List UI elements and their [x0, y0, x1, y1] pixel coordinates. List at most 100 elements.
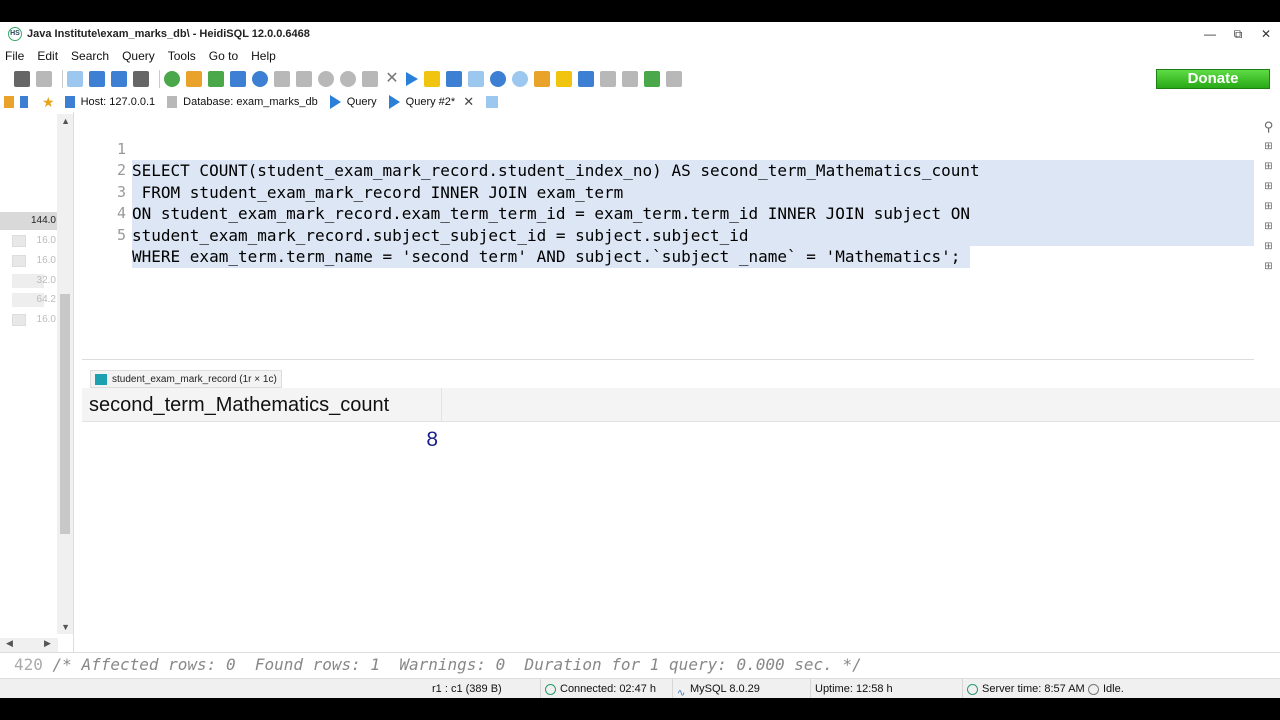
- scroll-up-icon[interactable]: ▲: [61, 116, 70, 126]
- grid-cell[interactable]: 8: [82, 426, 442, 454]
- menu-goto[interactable]: Go to: [209, 49, 238, 63]
- add-record-icon[interactable]: [318, 71, 334, 87]
- undo-icon[interactable]: [111, 71, 127, 87]
- query-log[interactable]: 420 /* Affected rows: 0 Found rows: 1 Wa…: [0, 652, 1280, 676]
- clock-icon: [967, 683, 978, 695]
- result-tab[interactable]: student_exam_mark_record (1r × 1c): [90, 370, 282, 388]
- menu-help[interactable]: Help: [251, 49, 276, 63]
- menu-tools[interactable]: Tools: [168, 49, 196, 63]
- tab-query-2[interactable]: Query #2* ✕: [388, 94, 474, 110]
- format-icon[interactable]: [534, 71, 550, 87]
- open-file-icon[interactable]: [424, 71, 440, 87]
- paste-icon[interactable]: [89, 71, 105, 87]
- activity-status: Idle.: [1084, 679, 1124, 698]
- close-query-icon[interactable]: [666, 71, 682, 87]
- menu-query[interactable]: Query: [122, 49, 155, 63]
- transfer-icon[interactable]: [230, 71, 246, 87]
- tree-size-selected[interactable]: 144.0: [0, 212, 58, 230]
- highlight-icon[interactable]: [556, 71, 572, 87]
- tab-database[interactable]: Database: exam_marks_db: [167, 96, 318, 108]
- restore-icon[interactable]: ⧉: [1224, 22, 1252, 46]
- help-icon[interactable]: [252, 71, 268, 87]
- scroll-thumb[interactable]: [60, 294, 70, 534]
- tree-size[interactable]: 16.0: [0, 311, 58, 329]
- export-icon[interactable]: [208, 71, 224, 87]
- menu-search[interactable]: Search: [71, 49, 109, 63]
- server-time-text: Server time: 8:57 AM: [982, 683, 1085, 695]
- binary-icon[interactable]: [578, 71, 594, 87]
- database-icon: [167, 96, 178, 108]
- print-icon[interactable]: [133, 71, 149, 87]
- scroll-down-icon[interactable]: ▼: [61, 622, 70, 632]
- uptime: Uptime: 12:58 h: [810, 679, 893, 698]
- donate-button[interactable]: Donate: [1156, 69, 1270, 89]
- column-header[interactable]: second_term_Mathematics_count: [82, 388, 442, 422]
- editor-side-toolbar: ⚲ ⊞ ⊞ ⊞ ⊞ ⊞ ⊞ ⊞: [1257, 114, 1280, 364]
- menu-file[interactable]: File: [5, 49, 24, 63]
- insert-icon[interactable]: ⊞: [1263, 140, 1275, 154]
- connect-icon[interactable]: [14, 71, 30, 87]
- cancel-icon[interactable]: ✕: [384, 71, 400, 87]
- tree-size[interactable]: 16.0: [0, 232, 58, 250]
- replace-icon[interactable]: [512, 71, 528, 87]
- filter-icon[interactable]: [4, 96, 34, 108]
- heidisql-window: HS Java Institute\exam_marks_db\ - Heidi…: [0, 22, 1280, 698]
- close-icon[interactable]: ✕: [1252, 22, 1280, 46]
- tab-query-label: Query: [346, 96, 377, 108]
- uptime-text: Uptime: 12:58 h: [815, 683, 893, 695]
- delete-record-icon[interactable]: [340, 71, 356, 87]
- table-icon: [95, 373, 107, 385]
- result-grid[interactable]: second_term_Mathematics_count 8: [82, 388, 1280, 652]
- log-text: /* Affected rows: 0 Found rows: 1 Warnin…: [52, 655, 862, 674]
- first-record-icon[interactable]: [274, 71, 290, 87]
- favorite-icon[interactable]: ★: [42, 94, 55, 111]
- run-query-icon[interactable]: [406, 72, 418, 86]
- semicolon-icon[interactable]: [644, 71, 660, 87]
- tree-horizontal-scrollbar[interactable]: ◀ ▶: [0, 638, 58, 652]
- tab-bar: ★ Host: 127.0.0.1 Database: exam_marks_d…: [0, 92, 1280, 112]
- disconnect-icon[interactable]: [36, 71, 52, 87]
- save-snippet-icon[interactable]: [468, 71, 484, 87]
- tab-query-2-label: Query #2*: [405, 96, 456, 108]
- refresh-icon[interactable]: [164, 71, 180, 87]
- toolbar-divider: [159, 70, 160, 88]
- scroll-right-icon[interactable]: ▶: [44, 638, 51, 649]
- query-icon: [388, 95, 400, 109]
- code-line: 3 ON student_exam_mark_record.exam_term_…: [82, 160, 1254, 225]
- window-title: Java Institute\exam_marks_db\ - HeidiSQL…: [27, 28, 310, 40]
- tree-size[interactable]: 32.0: [0, 272, 58, 290]
- find-icon[interactable]: [490, 71, 506, 87]
- insert-icon[interactable]: ⊞: [1263, 260, 1275, 274]
- search-icon[interactable]: ⚲: [1263, 120, 1275, 134]
- insert-icon[interactable]: ⊞: [1263, 180, 1275, 194]
- new-tab-icon[interactable]: [486, 96, 504, 108]
- tree-size[interactable]: 64.2: [0, 291, 58, 309]
- tree-vertical-scrollbar[interactable]: ▲ ▼: [57, 114, 73, 634]
- tab-database-label: Database: exam_marks_db: [183, 96, 318, 108]
- close-tab-icon[interactable]: ✕: [463, 94, 474, 110]
- save-icon[interactable]: [446, 71, 462, 87]
- wrap-icon[interactable]: [600, 71, 616, 87]
- tree-size[interactable]: 16.0: [0, 252, 58, 270]
- insert-icon[interactable]: ⊞: [1263, 160, 1275, 174]
- sql-editor[interactable]: 1 SELECT COUNT(student_exam_mark_record.…: [82, 114, 1254, 360]
- tab-query[interactable]: Query: [329, 95, 377, 109]
- last-record-icon[interactable]: [296, 71, 312, 87]
- result-tab-label: student_exam_mark_record (1r × 1c): [112, 373, 277, 385]
- post-icon[interactable]: [362, 71, 378, 87]
- insert-icon[interactable]: ⊞: [1263, 240, 1275, 254]
- code-text: student_exam_mark_record.subject_subject…: [132, 224, 1254, 246]
- idle-icon: [1088, 683, 1099, 695]
- server-version-text: MySQL 8.0.29: [690, 683, 760, 695]
- minimize-icon[interactable]: —: [1196, 22, 1224, 46]
- query-icon: [329, 95, 341, 109]
- insert-icon[interactable]: ⊞: [1263, 200, 1275, 214]
- tab-host[interactable]: Host: 127.0.0.1: [64, 96, 156, 108]
- scroll-left-icon[interactable]: ◀: [6, 638, 13, 649]
- copy-icon[interactable]: [67, 71, 83, 87]
- sync-icon[interactable]: [622, 71, 638, 87]
- insert-icon[interactable]: ⊞: [1263, 220, 1275, 234]
- user-manager-icon[interactable]: [186, 71, 202, 87]
- tab-host-label: Host: 127.0.0.1: [80, 96, 156, 108]
- menu-edit[interactable]: Edit: [37, 49, 58, 63]
